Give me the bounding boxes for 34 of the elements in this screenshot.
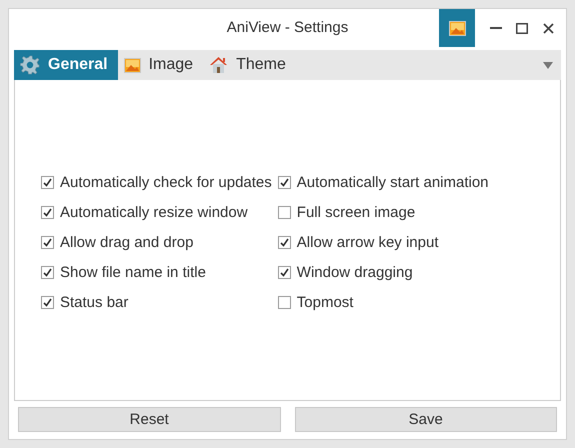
checkbox-label[interactable]: Topmost — [296, 294, 354, 310]
close-icon[interactable] — [542, 22, 554, 34]
action-button[interactable]: Save — [294, 407, 557, 432]
action-button[interactable]: Reset — [18, 407, 280, 432]
checkbox[interactable] — [278, 296, 291, 308]
checkbox[interactable] — [41, 266, 54, 278]
checkbox-label[interactable]: Allow arrow key input — [296, 234, 439, 250]
checkbox[interactable] — [278, 206, 291, 218]
checkbox-label[interactable]: Automatically resize window — [60, 204, 248, 220]
tab[interactable]: Theme — [203, 50, 296, 80]
checkbox-label[interactable]: Full screen image — [296, 204, 416, 220]
checkbox[interactable] — [41, 236, 54, 248]
checkbox[interactable] — [278, 266, 291, 278]
house-icon — [209, 56, 228, 74]
checkbox[interactable] — [41, 206, 54, 218]
checkbox-label[interactable]: Automatically start animation — [296, 174, 489, 190]
app-button[interactable] — [439, 9, 475, 47]
checkbox-label[interactable]: Automatically check for updates — [60, 174, 272, 190]
gear-icon — [20, 55, 40, 75]
image-icon — [124, 58, 141, 72]
checkbox[interactable] — [41, 176, 54, 188]
checkbox-label[interactable]: Allow drag and drop — [60, 234, 194, 250]
maximize-icon[interactable] — [516, 22, 528, 34]
checkbox[interactable] — [278, 176, 291, 188]
caret-icon[interactable] — [543, 62, 553, 68]
tab[interactable]: Image — [118, 50, 204, 80]
window-title: AniView - Settings — [226, 19, 348, 36]
tab[interactable]: General — [14, 50, 118, 80]
checkbox[interactable] — [41, 296, 54, 308]
checkbox-label[interactable]: Show file name in title — [60, 264, 206, 280]
image-icon — [448, 20, 466, 36]
checkbox-label[interactable]: Status bar — [60, 294, 128, 310]
checkbox-label[interactable]: Window dragging — [296, 264, 413, 280]
checkbox[interactable] — [278, 236, 291, 248]
